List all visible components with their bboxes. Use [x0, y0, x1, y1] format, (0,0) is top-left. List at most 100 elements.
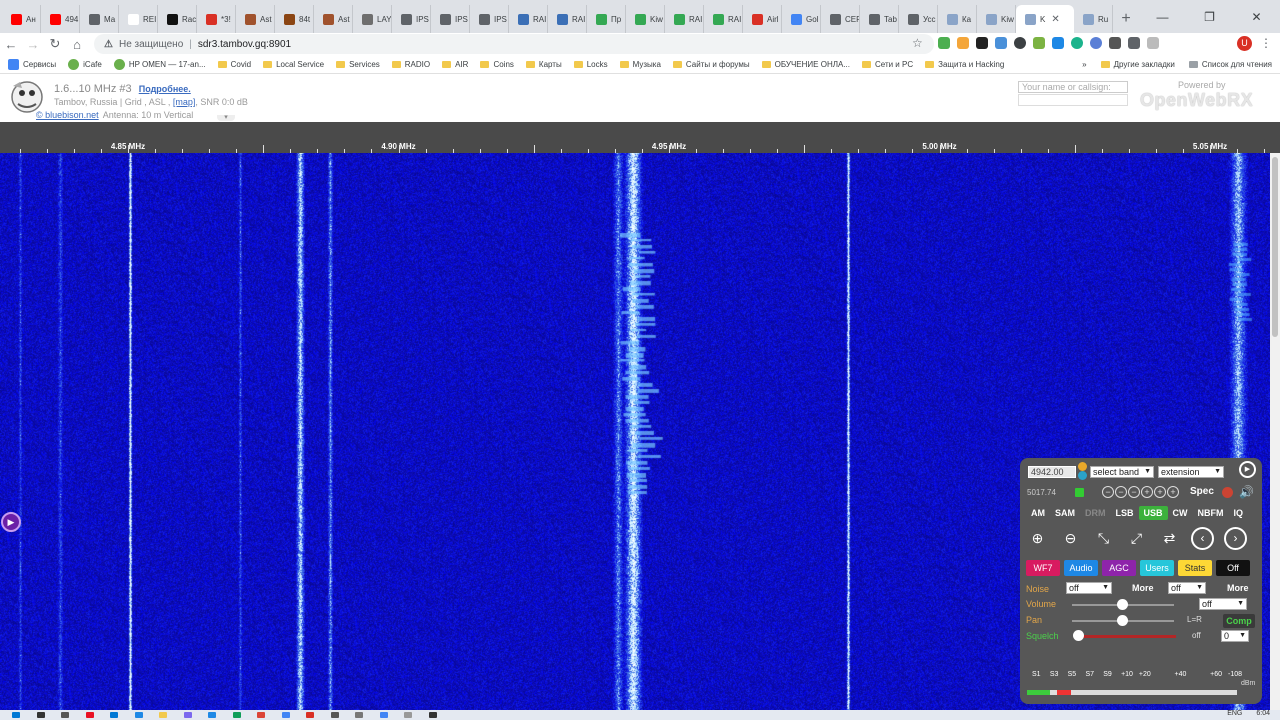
- site-link[interactable]: © bluebison.net: [36, 110, 99, 120]
- language-indicator[interactable]: ENG: [1227, 710, 1242, 717]
- comp-button[interactable]: Comp: [1223, 614, 1255, 628]
- extension-icon[interactable]: [1014, 37, 1026, 49]
- bookmarks-more-button[interactable]: »: [1082, 60, 1086, 69]
- extensions-puzzle-icon[interactable]: [1128, 37, 1140, 49]
- forward-button[interactable]: →: [22, 37, 44, 52]
- taskbar-app-icon[interactable]: [208, 712, 216, 718]
- browser-tab[interactable]: IPS: [392, 5, 431, 33]
- taskbar-app-icon[interactable]: [61, 712, 69, 718]
- bookmark-item[interactable]: Local Service: [263, 60, 324, 69]
- taskbar-app-icon[interactable]: [183, 712, 192, 718]
- zoom-minus-icon[interactable]: −: [1128, 486, 1140, 498]
- zoom-out-magnifier-icon[interactable]: ⊖: [1059, 527, 1082, 550]
- bookmark-item[interactable]: RADIO: [391, 60, 430, 69]
- tab-users[interactable]: Users: [1140, 560, 1174, 576]
- browser-tab[interactable]: Усс: [899, 5, 938, 33]
- taskbar-app-icon[interactable]: [110, 712, 118, 718]
- tab-stats[interactable]: Stats: [1178, 560, 1212, 576]
- bookmark-item[interactable]: Coins: [480, 60, 514, 69]
- extension-icon[interactable]: [957, 37, 969, 49]
- taskbar-app-icon[interactable]: [330, 712, 339, 718]
- bookmark-item[interactable]: Сервисы: [8, 58, 56, 70]
- page-scrollbar[interactable]: [1270, 153, 1280, 720]
- extension-icon[interactable]: [938, 37, 950, 49]
- bookmark-item[interactable]: iCafe: [68, 58, 102, 70]
- browser-tab[interactable]: LAY: [353, 5, 392, 33]
- restore-button[interactable]: ❐: [1186, 10, 1233, 24]
- bookmark-item[interactable]: AIR: [442, 60, 468, 69]
- squelch-slider-knob[interactable]: [1073, 630, 1084, 641]
- new-tab-button[interactable]: +: [1113, 5, 1139, 33]
- clock[interactable]: 6:04: [1256, 710, 1270, 717]
- browser-tab[interactable]: Ast: [314, 5, 353, 33]
- browser-tab[interactable]: Kiw: [977, 5, 1016, 33]
- extension-icon[interactable]: [1052, 37, 1064, 49]
- menu-dots-icon[interactable]: ⋮: [1260, 36, 1272, 50]
- browser-tab[interactable]: Пр: [587, 5, 626, 33]
- extension-icon[interactable]: [995, 37, 1007, 49]
- mode-button-nbfm[interactable]: NBFM: [1193, 506, 1229, 520]
- browser-tab[interactable]: 494: [41, 5, 80, 33]
- address-bar[interactable]: ⚠ Не защищено | sdr3.tambov.gq:8901: [94, 34, 934, 54]
- squelch-select[interactable]: 0 ▼: [1221, 630, 1249, 642]
- volume-slider-knob[interactable]: [1117, 599, 1128, 610]
- taskbar-app-icon[interactable]: [134, 712, 143, 718]
- mode-button-lsb[interactable]: LSB: [1111, 506, 1139, 520]
- home-button[interactable]: ⌂: [66, 37, 88, 52]
- zoom-in-magnifier-icon[interactable]: ⊕: [1026, 527, 1049, 550]
- frequency-input[interactable]: 4942.00: [1028, 466, 1076, 478]
- tab-agc[interactable]: AGC: [1102, 560, 1136, 576]
- bookmark-item[interactable]: Services: [336, 60, 380, 69]
- browser-tab[interactable]: Ru: [1074, 5, 1113, 33]
- extension-icon[interactable]: [976, 37, 988, 49]
- browser-tab[interactable]: RAI: [509, 5, 548, 33]
- warning-icon[interactable]: ⚠: [104, 39, 113, 50]
- browser-tab[interactable]: REI: [119, 5, 158, 33]
- browser-tab[interactable]: 84t: [275, 5, 314, 33]
- browser-tab[interactable]: Rac: [158, 5, 197, 33]
- zoom-out-max-icon[interactable]: −: [1102, 486, 1114, 498]
- back-button[interactable]: ←: [0, 37, 22, 52]
- close-window-button[interactable]: ✕: [1233, 10, 1280, 24]
- extension-icon[interactable]: [1033, 37, 1045, 49]
- browser-tab[interactable]: Airl: [743, 5, 782, 33]
- swap-arrows-icon[interactable]: ⇄: [1158, 527, 1181, 550]
- bookmark-item[interactable]: Сайты и форумы: [672, 60, 750, 69]
- step-left-icon[interactable]: ‹: [1191, 527, 1214, 550]
- browser-tab[interactable]: Kiw: [626, 5, 665, 33]
- browser-tab[interactable]: Ast: [236, 5, 275, 33]
- taskbar-app-icon[interactable]: [379, 712, 388, 718]
- zoom-plus-icon[interactable]: +: [1141, 486, 1153, 498]
- reload-button[interactable]: ↻: [44, 36, 66, 52]
- browser-tab[interactable]: Ма: [80, 5, 119, 33]
- taskbar-app-icon[interactable]: [12, 712, 20, 718]
- browser-tab[interactable]: *3!: [197, 5, 236, 33]
- map-link[interactable]: [map]: [173, 97, 196, 107]
- mode-button-usb[interactable]: USB: [1138, 506, 1168, 520]
- bookmark-item[interactable]: Музыка: [619, 60, 661, 69]
- receiver-more-link[interactable]: Подробнее.: [139, 84, 191, 94]
- browser-tab[interactable]: IPS: [431, 5, 470, 33]
- collapse-header-button[interactable]: ▾: [217, 114, 235, 121]
- zoom-out-icon[interactable]: −: [1115, 486, 1127, 498]
- bookmark-item[interactable]: Covid: [217, 60, 251, 69]
- bookmark-item[interactable]: Защита и Hacking: [925, 60, 1004, 69]
- browser-tab[interactable]: Ан: [2, 5, 41, 33]
- mode-button-cw[interactable]: CW: [1168, 506, 1193, 520]
- browser-tab[interactable]: Tab: [860, 5, 899, 33]
- record-icon[interactable]: [1222, 487, 1233, 498]
- other-bookmarks[interactable]: Другие закладки: [1100, 60, 1175, 69]
- zoom-in-max-icon[interactable]: +: [1167, 486, 1179, 498]
- spec-button[interactable]: Spec: [1190, 486, 1214, 497]
- browser-tab[interactable]: RAI: [548, 5, 587, 33]
- taskbar-app-icon[interactable]: [36, 712, 45, 718]
- band-select[interactable]: select band ▼: [1090, 466, 1154, 478]
- taskbar-app-icon[interactable]: [404, 712, 412, 718]
- bookmark-item[interactable]: Locks: [573, 60, 608, 69]
- taskbar-app-icon[interactable]: [159, 712, 167, 718]
- browser-tab[interactable]: RAI: [704, 5, 743, 33]
- mode-button-sam[interactable]: SAM: [1050, 506, 1080, 520]
- browser-tab[interactable]: RAI: [665, 5, 704, 33]
- play-icon[interactable]: ▶: [1239, 461, 1256, 478]
- taskbar-app-icon[interactable]: [355, 712, 363, 718]
